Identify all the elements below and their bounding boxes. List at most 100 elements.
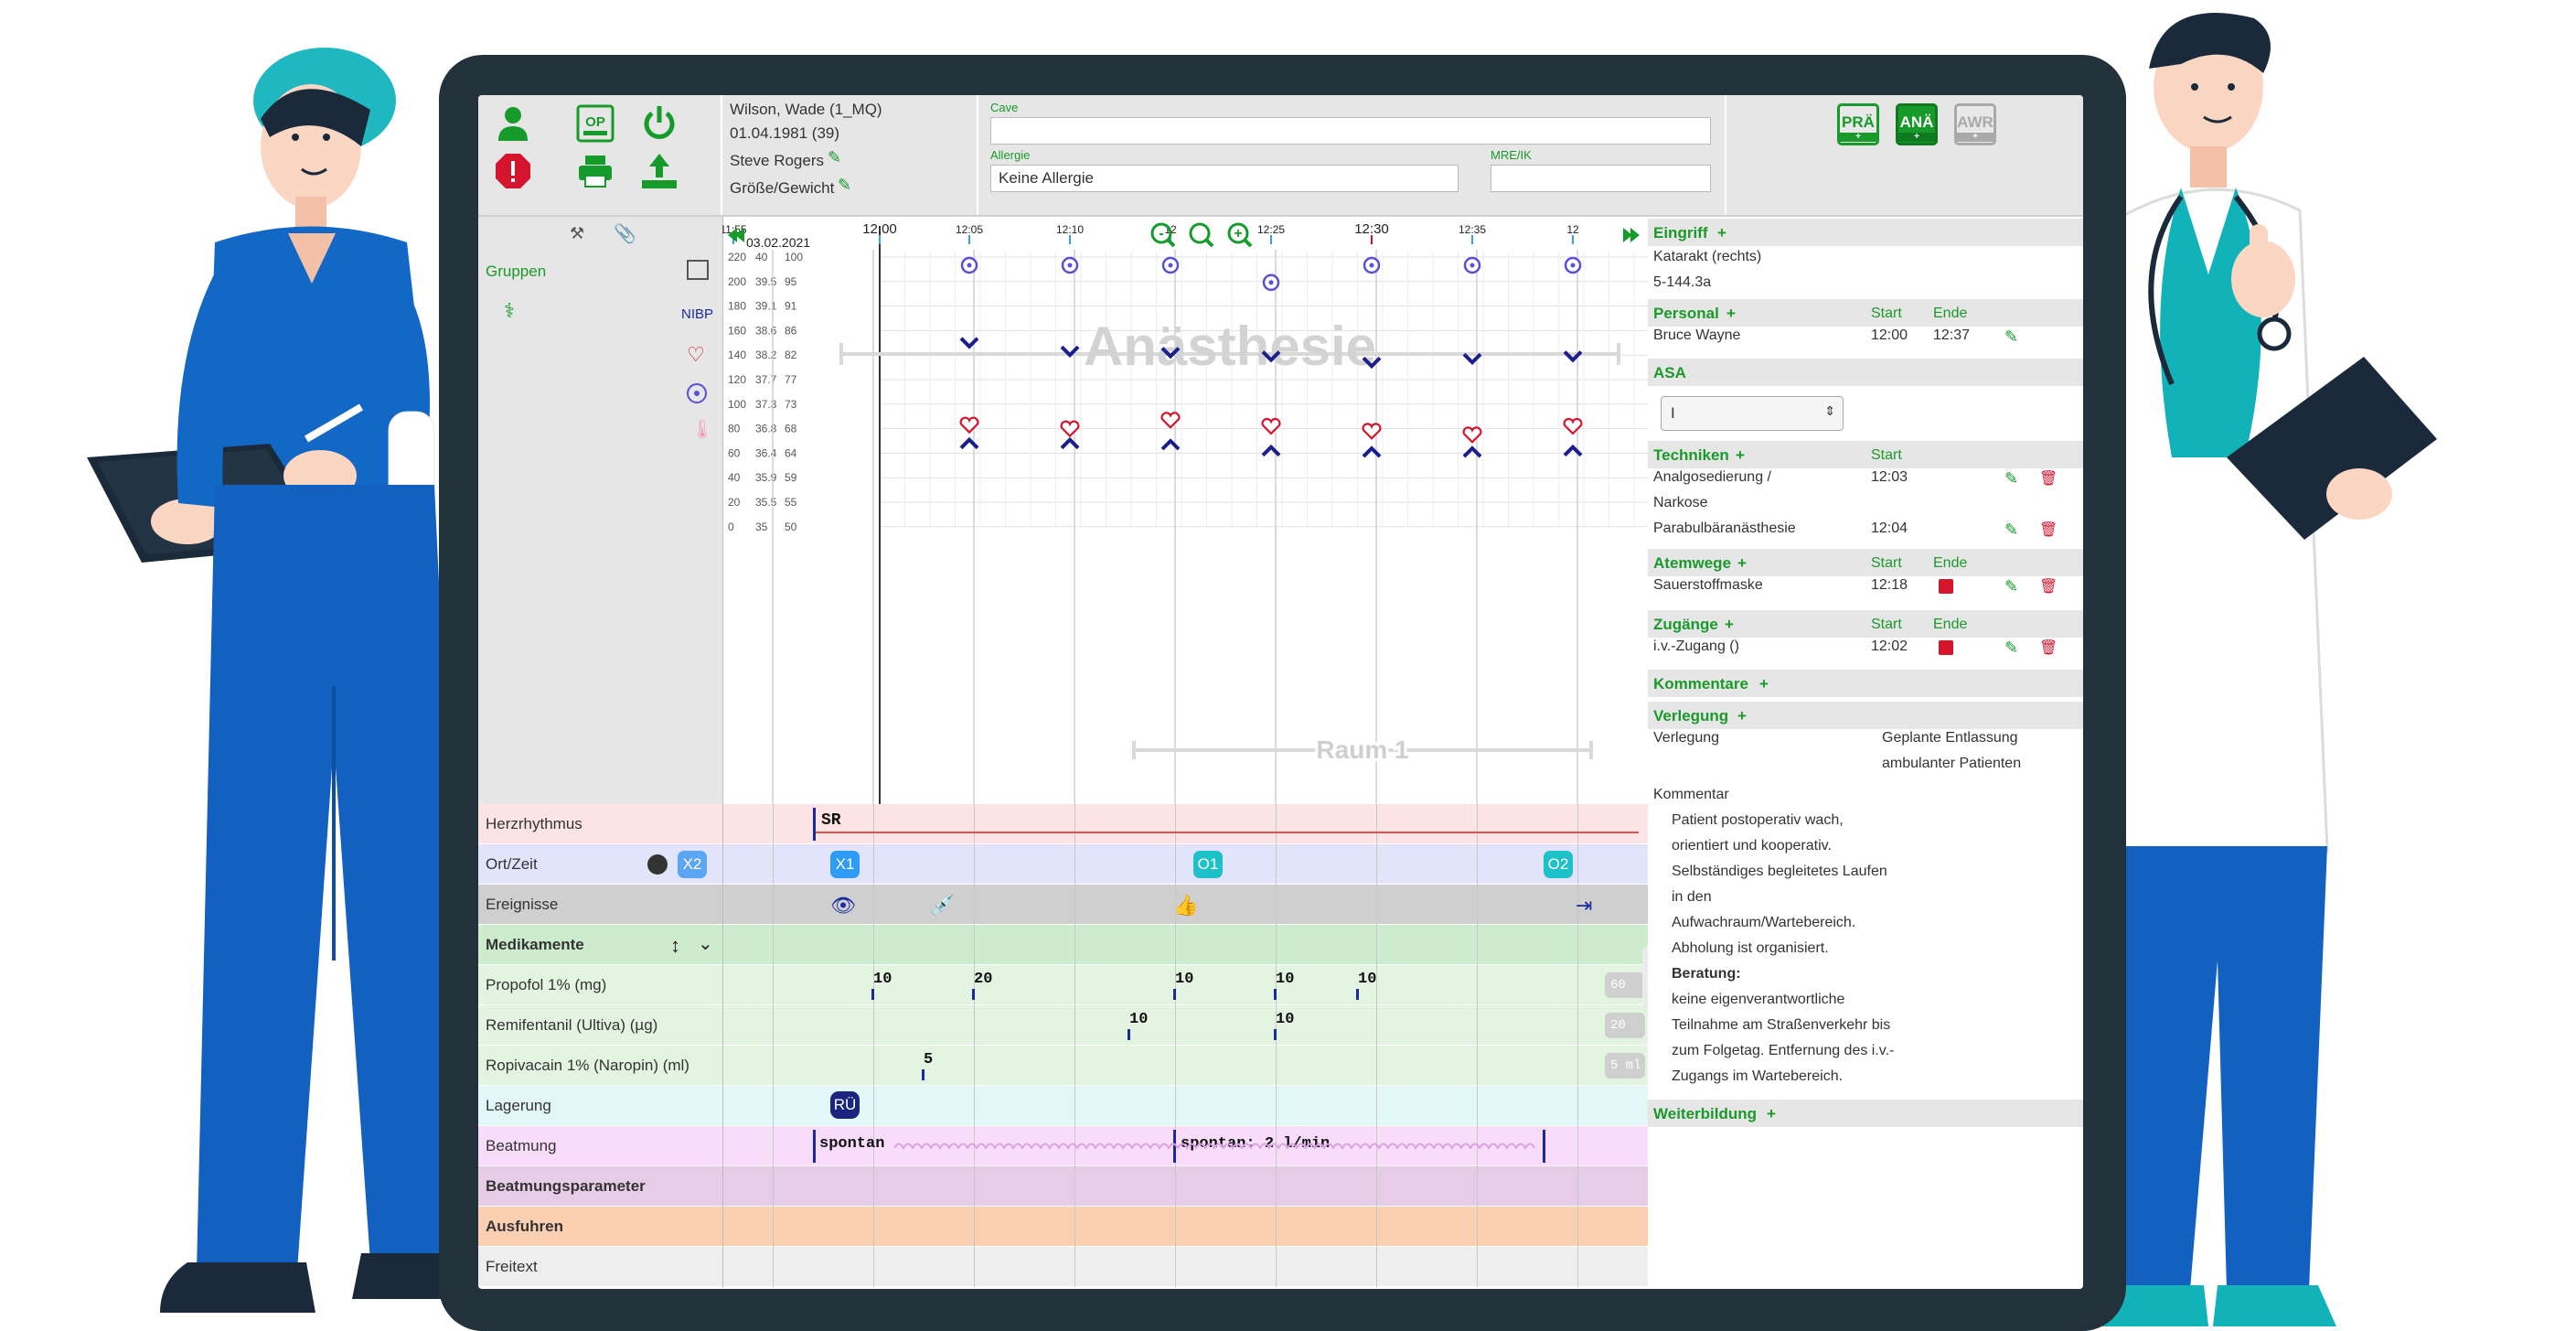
patient-icon[interactable]: [492, 102, 534, 145]
row-ropivacain[interactable]: Ropivacain 1% (Naropin) (ml) 5 5 ml: [478, 1046, 1648, 1086]
ort-badge[interactable]: O2: [1544, 851, 1573, 878]
add-zugang-icon[interactable]: +: [1725, 616, 1734, 634]
delete-technik-2-icon[interactable]: 🗑: [2039, 521, 2058, 538]
op-icon[interactable]: OP: [574, 102, 616, 145]
ort-badge[interactable]: X2: [678, 851, 707, 878]
row-beatmung[interactable]: Beatmung spontan spontan: 2 l/min: [478, 1126, 1648, 1166]
edit-technik-2-icon[interactable]: ✎: [2004, 521, 2021, 539]
clock-icon[interactable]: [647, 854, 668, 875]
power-icon[interactable]: [638, 102, 680, 145]
row-beatmungsparameter[interactable]: Beatmungsparameter: [478, 1166, 1648, 1207]
delete-atemweg-icon[interactable]: 🗑: [2039, 577, 2058, 595]
phase-awr-label: AWR: [1957, 113, 1993, 131]
resize-vertical-icon[interactable]: ↕: [670, 934, 680, 958]
row-ortzeit[interactable]: Ort/Zeit X2 X1 O1 O2: [478, 844, 1648, 885]
kommentar-text: Patient postoperativ wach, orientiert un…: [1672, 808, 1894, 1089]
diastolic-point: [1261, 444, 1281, 457]
row-gridline: [1577, 1005, 1578, 1046]
warning-icon[interactable]: [492, 150, 534, 192]
allergie-input[interactable]: Keine Allergie: [990, 165, 1459, 192]
header-separator: [977, 95, 978, 215]
dose-value[interactable]: 10: [873, 971, 892, 988]
edit-physician-icon[interactable]: ✎: [828, 148, 844, 166]
dose-value[interactable]: 5: [924, 1051, 933, 1068]
add-eingriff-icon[interactable]: +: [1717, 224, 1726, 242]
eingriff-header[interactable]: Eingriff +: [1648, 219, 2083, 246]
thumbs-up-icon[interactable]: 👍: [1173, 894, 1198, 918]
dose-value[interactable]: 10: [1276, 971, 1294, 988]
phase-awr-button[interactable]: AWR +: [1954, 103, 1996, 145]
row-gridline: [1276, 844, 1277, 885]
row-ausfuhren[interactable]: Ausfuhren: [478, 1207, 1648, 1247]
add-technik-icon[interactable]: +: [1736, 446, 1745, 465]
dose-value[interactable]: 20: [974, 971, 992, 988]
mre-input[interactable]: [1491, 165, 1711, 192]
row-herzrhythmus[interactable]: Herzrhythmus SR: [478, 804, 1648, 844]
phase-pra-plus: +: [1840, 133, 1876, 142]
dose-value[interactable]: 10: [1358, 971, 1376, 988]
print-icon[interactable]: [574, 150, 616, 192]
phase-ana-button[interactable]: ANÄ +: [1896, 103, 1938, 145]
cave-input[interactable]: [990, 117, 1711, 145]
row-propofol[interactable]: Propofol 1% (mg) 10 20 10 10 10 60 mg: [478, 965, 1648, 1005]
nibp-label: NIBP: [681, 306, 714, 322]
edit-technik-1-icon[interactable]: ✎: [2004, 469, 2021, 488]
edit-atemweg-icon[interactable]: ✎: [2004, 577, 2021, 596]
row-gridline: [1376, 885, 1377, 925]
beatmung-value-1[interactable]: spontan: [819, 1135, 884, 1153]
row-gridline: [1477, 1166, 1478, 1207]
header-separator: [721, 95, 722, 215]
chevron-down-icon[interactable]: ⌄: [698, 932, 713, 955]
gruppen-label[interactable]: Gruppen: [486, 263, 546, 281]
phase-pra-button[interactable]: PRÄ +: [1837, 103, 1879, 145]
beatmungsparameter-label: Beatmungsparameter: [486, 1177, 646, 1195]
dose-value[interactable]: 10: [1129, 1011, 1148, 1028]
edit-size-weight-icon[interactable]: ✎: [838, 176, 854, 194]
ort-badge[interactable]: O1: [1193, 851, 1223, 878]
patient-name[interactable]: Wilson, Wade (1_MQ): [730, 101, 882, 119]
dose-value[interactable]: 10: [1276, 1011, 1294, 1028]
dose-total-pill[interactable]: 20 µg: [1605, 1013, 1645, 1038]
delete-zugang-icon[interactable]: 🗑: [2039, 639, 2058, 656]
paperclip-icon[interactable]: 📎: [614, 222, 636, 245]
ort-badge[interactable]: X1: [830, 851, 860, 878]
magic-wand-icon[interactable]: ⚒: [570, 224, 584, 243]
row-medikamente[interactable]: Medikamente ↕ ⌄: [478, 925, 1648, 965]
edit-personal-icon[interactable]: ✎: [2004, 327, 2021, 346]
row-ereignisse[interactable]: Ereignisse 👁 💉 👍 ⇥: [478, 885, 1648, 925]
exit-icon[interactable]: ⇥: [1576, 894, 1592, 918]
row-gridline: [1376, 804, 1377, 844]
dose-value[interactable]: 10: [1175, 971, 1193, 988]
row-gridline: [1376, 1086, 1377, 1126]
row-gridline: [1074, 1207, 1075, 1247]
row-gridline: [974, 885, 975, 925]
eye-icon[interactable]: 👁: [830, 894, 856, 918]
row-remifentanil[interactable]: Remifentanil (Ultiva) (µg) 10 10 20 µg: [478, 1005, 1648, 1046]
row-divider: [722, 844, 723, 885]
syringe-icon[interactable]: 💉: [930, 894, 955, 918]
delete-technik-1-icon[interactable]: 🗑: [2039, 469, 2058, 487]
dose-total-pill[interactable]: 5 ml: [1605, 1053, 1645, 1079]
eingriff-line1: Katarakt (rechts): [1653, 249, 1762, 264]
edit-zugang-icon[interactable]: ✎: [2004, 639, 2021, 657]
lagerung-badge[interactable]: RÜ: [830, 1091, 860, 1119]
add-kommentar-icon[interactable]: +: [1759, 675, 1769, 693]
add-weiterbildung-icon[interactable]: +: [1767, 1105, 1776, 1123]
vitals-chart[interactable]: 220 40 100 200 39.5 95 180 39.1 91 160 38.6 86 140 38…: [722, 217, 1648, 804]
scale-label: 200: [728, 275, 746, 288]
stop-zugang-icon[interactable]: [1939, 640, 1953, 655]
kommentare-header[interactable]: Kommentare +: [1648, 670, 2083, 697]
upload-icon[interactable]: [638, 150, 680, 192]
asa-select[interactable]: I ⇕: [1661, 396, 1844, 431]
group-toggle-icon[interactable]: [687, 260, 709, 280]
eingriff-title: Eingriff: [1653, 224, 1708, 242]
add-atemweg-icon[interactable]: +: [1737, 554, 1747, 573]
row-lagerung[interactable]: Lagerung RÜ: [478, 1086, 1648, 1126]
scale-label: 35.5: [755, 496, 777, 509]
stop-atemweg-icon[interactable]: [1939, 579, 1953, 594]
weiterbildung-header[interactable]: Weiterbildung +: [1648, 1100, 2083, 1127]
add-personal-icon[interactable]: +: [1726, 305, 1736, 323]
dose-total-pill[interactable]: 60 mg: [1605, 972, 1645, 998]
row-freitext[interactable]: Freitext: [478, 1247, 1648, 1287]
add-verlegung-icon[interactable]: +: [1737, 707, 1747, 725]
